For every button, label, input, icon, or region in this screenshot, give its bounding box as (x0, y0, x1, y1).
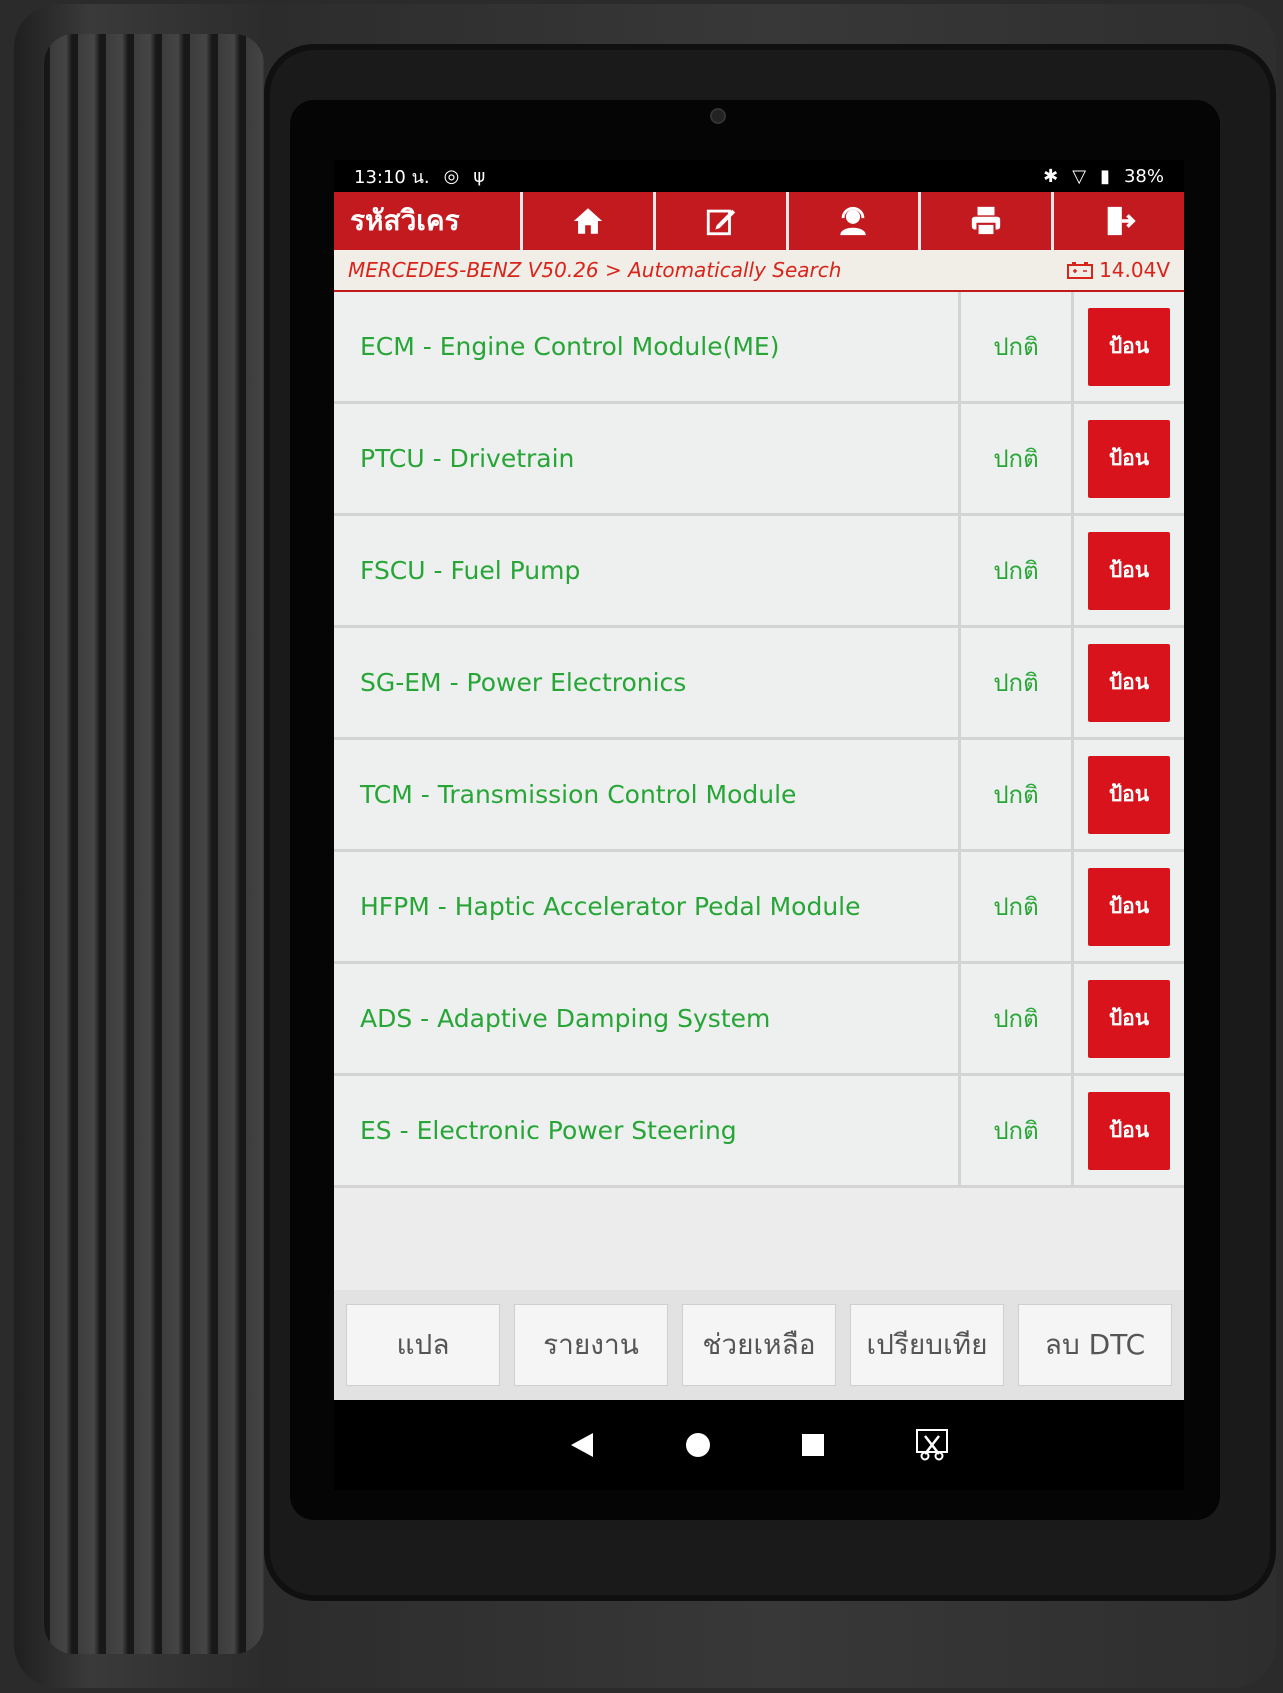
module-name: ADS - Adaptive Damping System (334, 964, 961, 1073)
home-circle-icon (686, 1433, 710, 1457)
module-status: ปกติ (961, 1076, 1074, 1185)
status-bar: 13:10 น. ◎ ψ ✱ ▽ ▮ 38% (334, 160, 1184, 192)
android-nav-bar (334, 1400, 1184, 1490)
support-button[interactable] (785, 192, 919, 250)
exit-icon (1107, 206, 1136, 236)
screenshot-button[interactable] (915, 1428, 949, 1462)
home-nav-button[interactable] (685, 1432, 711, 1458)
battery-icon: ▮ (1100, 165, 1110, 187)
device-grip-ridges (44, 34, 264, 1654)
enter-button[interactable]: ป้อน (1088, 531, 1170, 610)
report-button[interactable]: รายงาน (514, 1304, 668, 1386)
module-status: ปกติ (961, 964, 1074, 1073)
module-name: PTCU - Drivetrain (334, 404, 961, 513)
module-name: SG-EM - Power Electronics (334, 628, 961, 737)
scissors-icon (916, 1429, 948, 1461)
table-row: SG-EM - Power Electronics ปกติ ป้อน (334, 628, 1184, 740)
enter-button[interactable]: ป้อน (1088, 1091, 1170, 1170)
battery-level: 38% (1123, 165, 1164, 187)
enter-button[interactable]: ป้อน (1088, 643, 1170, 722)
enter-button[interactable]: ป้อน (1088, 979, 1170, 1058)
clear-dtc-button[interactable]: ลบ DTC (1018, 1304, 1172, 1386)
module-status: ปกติ (961, 516, 1074, 625)
module-name: ES - Electronic Power Steering (334, 1076, 961, 1185)
table-row: ADS - Adaptive Damping System ปกติ ป้อน (334, 964, 1184, 1076)
car-battery-icon (1067, 262, 1094, 279)
page-title: รหัสวิเคร (350, 204, 460, 237)
module-name: ECM - Engine Control Module(ME) (334, 292, 961, 401)
support-icon (840, 206, 867, 236)
table-row: ECM - Engine Control Module(ME) ปกติ ป้อ… (334, 292, 1184, 404)
compare-button[interactable]: เปรียบเทีย (850, 1304, 1004, 1386)
home-button[interactable] (520, 192, 653, 250)
notification-icon: ◎ (443, 165, 460, 187)
bottom-action-bar: แปล รายงาน ช่วยเหลือ เปรียบเทีย ลบ DTC (334, 1290, 1184, 1400)
usb-icon: ψ (473, 165, 486, 187)
exit-button[interactable] (1051, 192, 1184, 250)
front-camera (710, 108, 726, 124)
edit-button[interactable] (652, 192, 786, 250)
breadcrumb-path: MERCEDES-BENZ V50.26 > Automatically Sea… (348, 258, 842, 282)
bluetooth-icon: ✱ (1043, 165, 1059, 187)
enter-button[interactable]: ป้อน (1088, 307, 1170, 386)
top-toolbar: รหัสวิเคร (334, 192, 1184, 250)
module-status: ปกติ (961, 292, 1074, 401)
table-row: ES - Electronic Power Steering ปกติ ป้อน (334, 1076, 1184, 1188)
print-button[interactable] (918, 192, 1051, 250)
table-row: PTCU - Drivetrain ปกติ ป้อน (334, 404, 1184, 516)
module-status: ปกติ (961, 740, 1074, 849)
app-screen: 13:10 น. ◎ ψ ✱ ▽ ▮ 38% รหัสวิเคร MERCEDE… (334, 160, 1184, 1400)
voltage-readout: 14.04V (1067, 258, 1170, 282)
status-time: 13:10 น. (354, 166, 430, 188)
recents-button[interactable] (801, 1433, 825, 1457)
table-row: FSCU - Fuel Pump ปกติ ป้อน (334, 516, 1184, 628)
module-status: ปกติ (961, 628, 1074, 737)
enter-button[interactable]: ป้อน (1088, 419, 1170, 498)
home-icon (573, 208, 603, 234)
back-button[interactable] (569, 1431, 595, 1459)
module-name: HFPM - Haptic Accelerator Pedal Module (334, 852, 961, 961)
print-icon (972, 206, 1001, 237)
help-button[interactable]: ช่วยเหลือ (682, 1304, 836, 1386)
enter-button[interactable]: ป้อน (1088, 867, 1170, 946)
enter-button[interactable]: ป้อน (1088, 755, 1170, 834)
table-row: HFPM - Haptic Accelerator Pedal Module ป… (334, 852, 1184, 964)
module-name: FSCU - Fuel Pump (334, 516, 961, 625)
edit-icon (706, 209, 735, 236)
module-status: ปกติ (961, 852, 1074, 961)
recents-square-icon (802, 1434, 824, 1456)
breadcrumb: MERCEDES-BENZ V50.26 > Automatically Sea… (334, 250, 1184, 292)
module-list: ECM - Engine Control Module(ME) ปกติ ป้อ… (334, 292, 1184, 1188)
translate-button[interactable]: แปล (346, 1304, 500, 1386)
table-row: TCM - Transmission Control Module ปกติ ป… (334, 740, 1184, 852)
module-name: TCM - Transmission Control Module (334, 740, 961, 849)
module-status: ปกติ (961, 404, 1074, 513)
back-icon (571, 1433, 593, 1457)
voltage-value: 14.04V (1099, 258, 1170, 282)
wifi-icon: ▽ (1072, 165, 1087, 187)
